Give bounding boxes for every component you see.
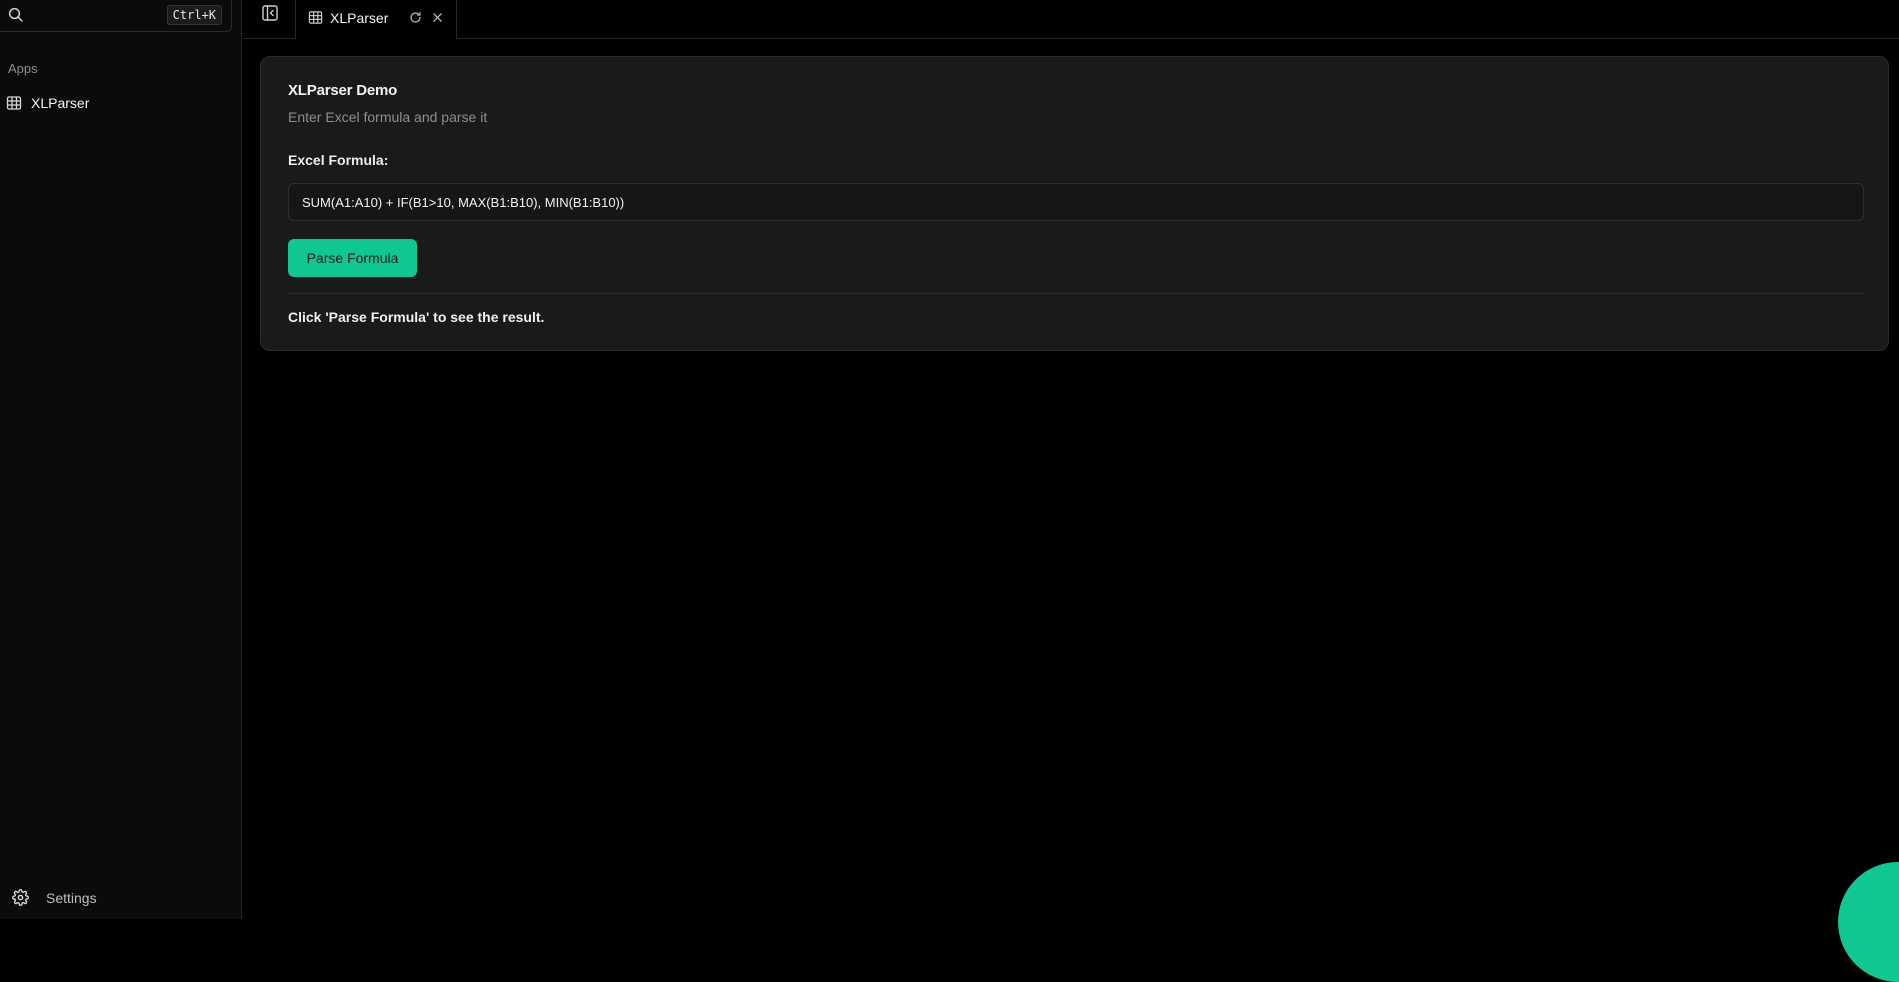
settings-label: Settings (46, 889, 97, 906)
tab-bar: XLParser (243, 0, 1899, 39)
table-icon (6, 96, 22, 110)
result-text: Click 'Parse Formula' to see the result. (288, 309, 545, 325)
tab-label: XLParser (330, 10, 389, 26)
card-subtitle: Enter Excel formula and parse it (288, 109, 488, 125)
divider (288, 293, 1864, 294)
formula-field-label: Excel Formula: (288, 152, 389, 168)
card-title: XLParser Demo (288, 82, 398, 99)
collapse-sidebar-icon[interactable] (261, 4, 279, 22)
search-bar[interactable]: Ctrl+K (0, 0, 232, 32)
settings-button[interactable]: Settings (12, 889, 97, 906)
refresh-icon[interactable] (409, 11, 422, 24)
close-icon[interactable] (431, 11, 444, 24)
sidebar-item-xlparser[interactable]: XLParser (4, 92, 232, 114)
sidebar: Ctrl+K Apps XLParser Settings (0, 0, 242, 919)
formula-input[interactable] (288, 183, 1864, 221)
tab-xlparser[interactable]: XLParser (295, 0, 457, 39)
gear-icon (12, 889, 29, 906)
floating-action-button[interactable] (1838, 862, 1899, 982)
apps-section-label: Apps (8, 61, 38, 76)
xlparser-demo-card: XLParser Demo Enter Excel formula and pa… (260, 56, 1889, 351)
sidebar-item-label: XLParser (31, 95, 90, 111)
search-shortcut-badge: Ctrl+K (166, 5, 222, 25)
search-icon (8, 7, 23, 22)
parse-formula-button[interactable]: Parse Formula (288, 239, 417, 277)
table-icon (308, 11, 323, 24)
